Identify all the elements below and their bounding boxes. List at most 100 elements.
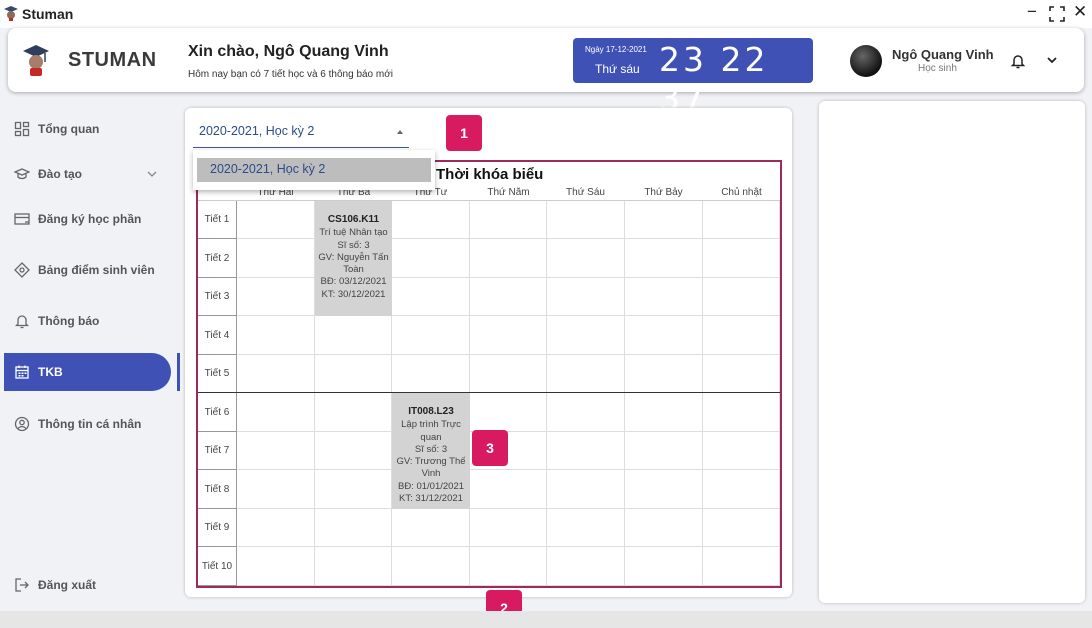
timetable-cell xyxy=(703,355,780,393)
timetable-cell xyxy=(703,470,780,509)
timetable-cell xyxy=(547,278,625,316)
semester-option[interactable]: 2020-2021, Học kỳ 2 xyxy=(197,158,431,182)
maximize-button[interactable] xyxy=(1049,6,1065,22)
timetable-cell xyxy=(470,547,547,586)
timetable-cell xyxy=(547,470,625,509)
course-block-cs106[interactable]: CS106.K11 Trí tuệ Nhân tạo Sĩ số: 3 GV: … xyxy=(315,201,392,316)
sidebar-item-label: TKB xyxy=(38,365,63,379)
timetable-cell xyxy=(470,470,547,509)
timetable-cell xyxy=(625,355,703,393)
timetable-cell xyxy=(470,278,547,316)
timetable-cell xyxy=(547,201,625,239)
timetable-cell xyxy=(625,278,703,316)
course-code: IT008.L23 xyxy=(408,406,454,417)
timetable-cell xyxy=(315,316,392,355)
user-role: Học sinh xyxy=(918,63,957,74)
greeting-text: Xin chào, Ngô Quang Vinh xyxy=(188,43,389,60)
logout-button[interactable]: Đăng xuất xyxy=(4,566,171,604)
period-label: Tiết 7 xyxy=(198,432,237,470)
timetable-cell xyxy=(703,432,780,470)
timetable-cell xyxy=(315,509,392,547)
period-label: Tiết 2 xyxy=(198,239,237,278)
timetable-cell xyxy=(315,355,392,393)
annotation-badge: 1 xyxy=(446,115,482,151)
timetable-cell xyxy=(315,547,392,586)
timetable-cell xyxy=(625,509,703,547)
user-icon xyxy=(14,416,30,432)
timetable-cell xyxy=(237,509,315,547)
timetable-cell xyxy=(392,278,470,316)
course-start: BĐ: 01/01/2021 xyxy=(397,480,465,492)
chevron-down-icon[interactable] xyxy=(146,168,158,180)
timetable-cell xyxy=(237,201,315,239)
app-header: STUMAN Xin chào, Ngô Quang Vinh Hôm nay … xyxy=(8,28,1084,118)
minimize-button[interactable]: − xyxy=(1027,2,1037,22)
period-label: Tiết 4 xyxy=(198,316,237,355)
semester-select[interactable]: 2020-2021, Học kỳ 2 xyxy=(193,116,409,148)
user-name[interactable]: Ngô Quang Vinh xyxy=(892,47,994,62)
course-name: Trí tuệ Nhân tạo xyxy=(319,227,388,239)
course-end: KT: 30/12/2021 xyxy=(321,288,386,300)
timetable-cell xyxy=(703,509,780,547)
active-indicator xyxy=(177,353,180,391)
app-logo-icon xyxy=(4,6,18,21)
sidebar-item-grades[interactable]: Bảng điểm sinh viên xyxy=(4,251,171,289)
timetable-cell xyxy=(625,470,703,509)
sidebar-item-timetable[interactable]: TKB xyxy=(4,353,171,391)
period-label: Tiết 3 xyxy=(198,278,237,316)
sidebar-item-label: Đào tạo xyxy=(38,167,83,181)
status-strip xyxy=(0,611,1092,628)
sidebar-item-training[interactable]: Đào tạo xyxy=(4,155,171,193)
timetable-cell xyxy=(703,547,780,586)
timetable-cell xyxy=(703,316,780,355)
timetable-cell xyxy=(625,201,703,239)
brand-name: STUMAN xyxy=(68,49,157,71)
timetable-cell xyxy=(470,355,547,393)
timetable-cell xyxy=(703,278,780,316)
annotation-badge: 3 xyxy=(472,430,508,466)
period-label: Tiết 8 xyxy=(198,470,237,509)
timetable-cell xyxy=(703,393,780,432)
timetable-cell xyxy=(470,239,547,278)
timetable-cell xyxy=(547,355,625,393)
day-header: Chủ nhật xyxy=(721,187,762,198)
day-header: Thứ Sáu xyxy=(566,187,605,198)
timetable-cell xyxy=(625,316,703,355)
timetable-cell xyxy=(237,278,315,316)
timetable-cell xyxy=(703,239,780,278)
bell-icon xyxy=(14,315,30,329)
avatar[interactable] xyxy=(850,45,882,77)
sidebar-item-profile[interactable]: Thông tin cá nhân xyxy=(4,405,171,443)
course-size: Sĩ số: 3 xyxy=(337,239,370,251)
period-label: Tiết 5 xyxy=(198,355,237,393)
sidebar-item-label: Thông tin cá nhân xyxy=(38,417,142,431)
timetable-cell xyxy=(392,547,470,586)
period-label: Tiết 9 xyxy=(198,509,237,547)
timetable-cell xyxy=(237,547,315,586)
semester-select-value: 2020-2021, Học kỳ 2 xyxy=(199,124,315,138)
sidebar-item-notifications[interactable]: Thông báo xyxy=(4,302,171,340)
timetable-cell xyxy=(547,432,625,470)
timetable-cell xyxy=(547,239,625,278)
course-size: Sĩ số: 3 xyxy=(414,443,448,455)
course-code: CS106.K11 xyxy=(327,214,380,225)
timetable-cell xyxy=(237,432,315,470)
course-block-it008[interactable]: IT008.L23 Lập trình Trực quan Sĩ số: 3 G… xyxy=(392,393,470,509)
chevron-down-icon[interactable] xyxy=(1045,53,1059,67)
sidebar-item-overview[interactable]: Tổng quan xyxy=(4,110,171,148)
caret-up-icon xyxy=(397,130,403,134)
close-button[interactable]: ✕ xyxy=(1073,2,1087,22)
sidebar-item-label: Đăng ký học phần xyxy=(38,212,142,226)
period-label: Tiết 10 xyxy=(198,547,237,586)
calendar-icon xyxy=(15,365,29,379)
timetable-cell xyxy=(392,316,470,355)
diamond-icon xyxy=(14,262,30,278)
sidebar-item-course-registration[interactable]: Đăng ký học phần xyxy=(4,200,171,238)
course-end: KT: 31/12/2021 xyxy=(399,493,463,505)
timetable-cell xyxy=(392,239,470,278)
right-panel xyxy=(819,101,1085,603)
notification-bell-icon[interactable] xyxy=(1010,52,1026,70)
course-teacher: GV: Nguyễn Tấn Toàn xyxy=(318,251,389,276)
timetable-cell xyxy=(315,470,392,509)
sidebar-item-label: Tổng quan xyxy=(38,122,100,136)
